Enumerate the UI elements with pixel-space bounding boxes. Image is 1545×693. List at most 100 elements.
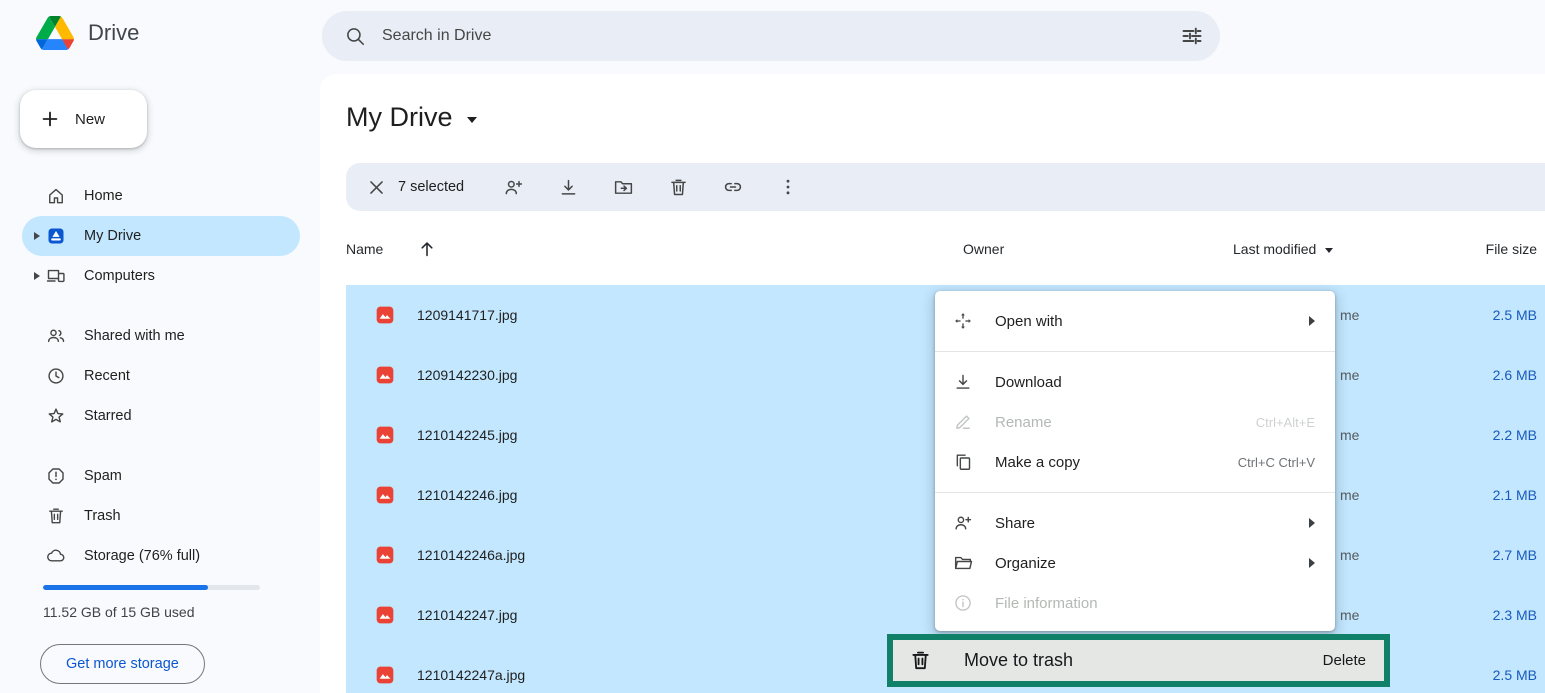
- recent-icon: [46, 366, 66, 386]
- trash-icon: [909, 649, 932, 672]
- file-modified-by: me: [1340, 427, 1359, 443]
- column-header-last-modified[interactable]: Last modified: [1233, 241, 1333, 257]
- file-size: 2.5 MB: [1493, 667, 1537, 683]
- image-file-icon: [375, 365, 395, 385]
- menu-item-download[interactable]: Download: [935, 362, 1335, 402]
- move-to-folder-button[interactable]: [603, 167, 643, 207]
- computers-icon: [46, 266, 66, 286]
- pencil-icon: [953, 412, 973, 432]
- page-title-dropdown[interactable]: My Drive: [346, 102, 477, 133]
- sidebar-item-home[interactable]: Home: [22, 176, 300, 216]
- sidebar-item-shared-with-me[interactable]: Shared with me: [22, 316, 300, 356]
- file-size: 2.2 MB: [1493, 427, 1537, 443]
- table-header: Name Last modified Owner Last modified F…: [346, 238, 1545, 264]
- download-icon: [558, 177, 579, 198]
- search-icon: [344, 25, 366, 47]
- file-name: 1210142245.jpg: [417, 427, 517, 443]
- image-file-icon: [375, 425, 395, 445]
- menu-divider: [935, 351, 1335, 352]
- file-name: 1209142230.jpg: [417, 367, 517, 383]
- menu-item-organize[interactable]: Organize: [935, 543, 1335, 583]
- new-button[interactable]: New: [20, 90, 147, 148]
- sidebar-item-recent[interactable]: Recent: [22, 356, 300, 396]
- trash-icon: [46, 506, 66, 526]
- file-name: 1210142246a.jpg: [417, 547, 525, 563]
- selected-count-label: 7 selected: [398, 179, 464, 195]
- menu-item-label: Rename: [995, 414, 1052, 431]
- submenu-arrow-icon: [1309, 518, 1315, 528]
- menu-item-label: Make a copy: [995, 454, 1080, 471]
- column-header-file-size[interactable]: File size: [1486, 241, 1537, 257]
- menu-item-rename[interactable]: Rename Ctrl+Alt+E: [935, 402, 1335, 442]
- trash-icon: [668, 177, 689, 198]
- menu-item-label: Organize: [995, 555, 1056, 572]
- folder-icon: [953, 553, 973, 573]
- menu-item-label: File information: [995, 595, 1098, 612]
- storage-progress-fill: [43, 585, 208, 590]
- file-size: 2.6 MB: [1493, 367, 1537, 383]
- info-icon: [953, 593, 973, 613]
- sidebar-item-label: Shared with me: [84, 328, 185, 344]
- spam-icon: [46, 466, 66, 486]
- search-input[interactable]: [382, 27, 1180, 45]
- sidebar-item-label: Storage (76% full): [84, 548, 200, 564]
- app-title: Drive: [88, 20, 139, 46]
- file-modified-by: me: [1340, 547, 1359, 563]
- column-header-owner[interactable]: Owner: [963, 241, 1004, 257]
- expand-chevron-icon[interactable]: [34, 232, 40, 240]
- expand-chevron-icon[interactable]: [34, 272, 40, 280]
- sidebar-item-label: Trash: [84, 508, 121, 524]
- sidebar-item-my-drive[interactable]: My Drive: [22, 216, 300, 256]
- shared-with-me-icon: [46, 326, 66, 346]
- menu-item-label: Share: [995, 515, 1035, 532]
- trash-button[interactable]: [658, 167, 698, 207]
- sidebar-item-spam[interactable]: Spam: [22, 456, 300, 496]
- sidebar-item-label: Starred: [84, 408, 132, 424]
- file-size: 2.3 MB: [1493, 607, 1537, 623]
- new-button-label: New: [75, 111, 105, 128]
- menu-item-shortcut: Delete: [1323, 652, 1366, 669]
- menu-item-shortcut: Ctrl+Alt+E: [1256, 415, 1315, 430]
- file-size: 2.1 MB: [1493, 487, 1537, 503]
- drive-logo[interactable]: Drive: [36, 16, 139, 50]
- home-icon: [46, 186, 66, 206]
- copy-link-button[interactable]: [713, 167, 753, 207]
- share-button[interactable]: [493, 167, 533, 207]
- menu-item-share[interactable]: Share: [935, 503, 1335, 543]
- menu-item-label: Open with: [995, 313, 1063, 330]
- sidebar-item-starred[interactable]: Starred: [22, 396, 300, 436]
- sidebar-item-label: Recent: [84, 368, 130, 384]
- storage-cloud-icon: [46, 546, 66, 566]
- menu-item-move-to-trash[interactable]: Move to trash Delete: [887, 634, 1390, 687]
- sort-descending-icon: [1325, 248, 1333, 253]
- download-button[interactable]: [548, 167, 588, 207]
- download-icon: [953, 372, 973, 392]
- clear-selection-button[interactable]: [356, 167, 396, 207]
- menu-item-open-with[interactable]: Open with: [935, 301, 1335, 341]
- menu-item-shortcut: Ctrl+C Ctrl+V: [1238, 455, 1315, 470]
- close-icon: [367, 178, 386, 197]
- chevron-down-icon: [467, 117, 477, 123]
- sidebar-item-storage[interactable]: Storage (76% full): [22, 536, 300, 576]
- sort-ascending-icon[interactable]: [416, 238, 438, 260]
- sidebar-item-computers[interactable]: Computers: [22, 256, 300, 296]
- file-name: 1210142246.jpg: [417, 487, 517, 503]
- menu-item-make-a-copy[interactable]: Make a copy Ctrl+C Ctrl+V: [935, 442, 1335, 482]
- storage-progress-bar: [43, 585, 260, 590]
- file-name: 1210142247a.jpg: [417, 667, 525, 683]
- more-options-button[interactable]: [768, 167, 808, 207]
- column-header-name[interactable]: Name: [346, 241, 383, 257]
- search-bar[interactable]: [322, 11, 1220, 61]
- my-drive-icon: [46, 226, 66, 246]
- add-person-icon: [953, 513, 973, 533]
- sidebar-item-label: Computers: [84, 268, 155, 284]
- more-options-icon: [778, 177, 798, 197]
- get-more-storage-button[interactable]: Get more storage: [40, 644, 205, 684]
- menu-item-file-information[interactable]: File information: [935, 583, 1335, 623]
- storage-usage-text: 11.52 GB of 15 GB used: [43, 604, 195, 620]
- sidebar-item-trash[interactable]: Trash: [22, 496, 300, 536]
- search-filters-icon[interactable]: [1180, 24, 1204, 48]
- add-person-icon: [503, 177, 524, 198]
- image-file-icon: [375, 305, 395, 325]
- file-name: 1209141717.jpg: [417, 307, 517, 323]
